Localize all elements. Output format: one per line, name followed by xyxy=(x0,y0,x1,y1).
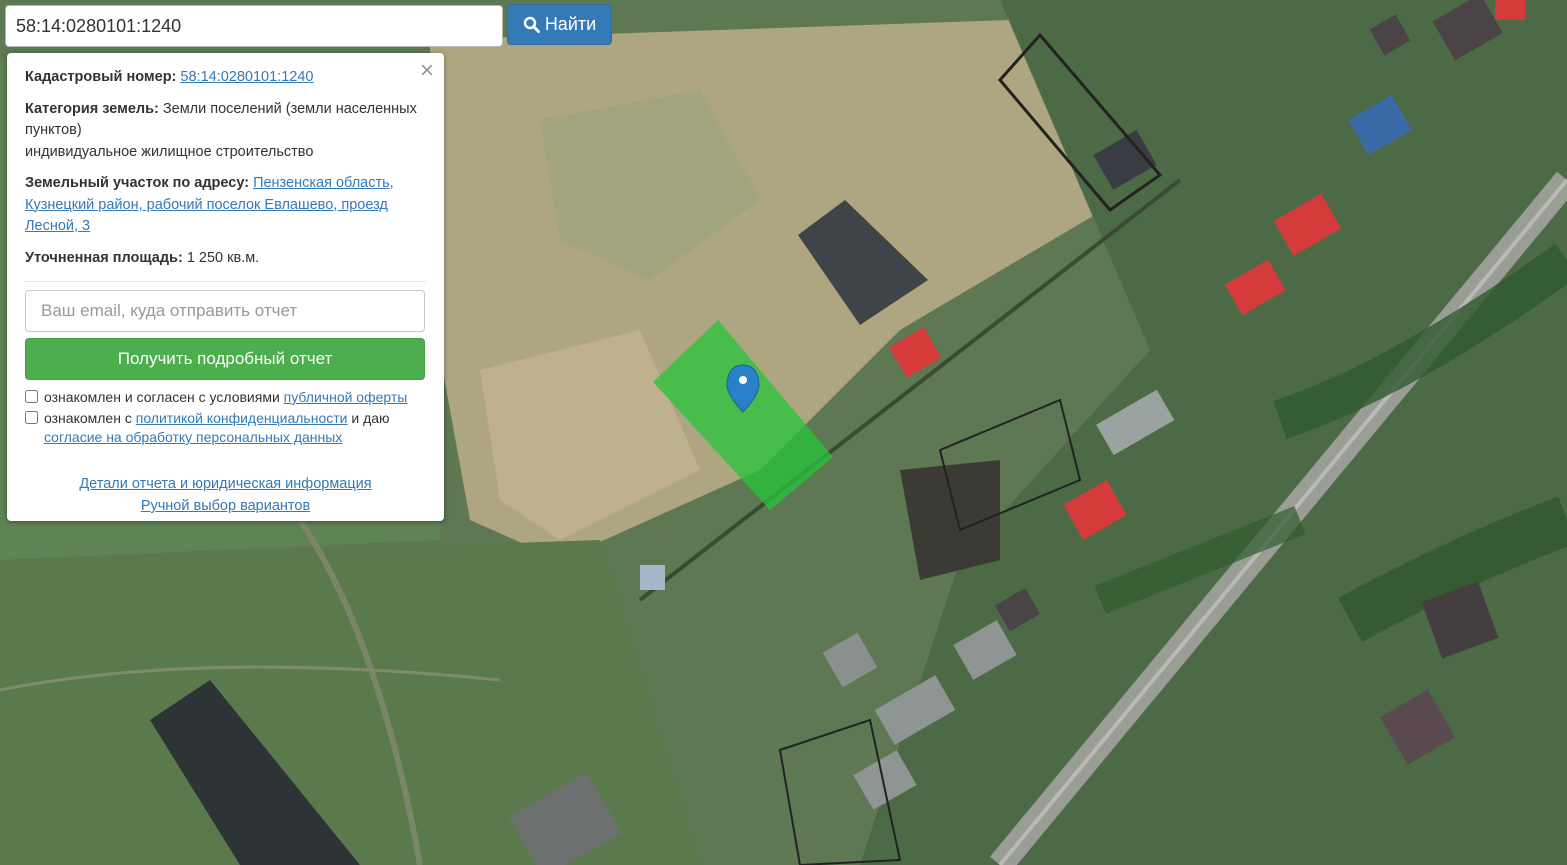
privacy-agreement-row: ознакомлен с политикой конфиденциальност… xyxy=(25,409,426,447)
cadastral-number-row: Кадастровый номер: 58:14:0280101:1240 xyxy=(25,67,426,89)
area-label: Уточненная площадь: xyxy=(25,249,183,266)
search-input[interactable] xyxy=(5,5,503,47)
privacy-policy-link[interactable]: политикой конфиденциальности xyxy=(136,410,348,426)
get-report-button[interactable]: Получить подробный отчет xyxy=(25,338,425,380)
parcel-info-panel: × Кадастровый номер: 58:14:0280101:1240 … xyxy=(7,53,444,521)
privacy-agreement-checkbox[interactable] xyxy=(25,411,38,424)
land-category-label: Категория земель: xyxy=(25,100,159,117)
privacy-agreement-label-2: и даю xyxy=(351,410,390,426)
cadastral-number-label: Кадастровый номер: xyxy=(25,69,177,85)
email-field[interactable] xyxy=(25,290,425,332)
manual-selection-link[interactable]: Ручной выбор вариантов xyxy=(141,498,310,514)
personal-data-consent-link[interactable]: согласие на обработку персональных данны… xyxy=(44,429,342,445)
address-label: Земельный участок по адресу: xyxy=(25,175,250,191)
public-offer-link[interactable]: публичной оферты xyxy=(284,389,408,405)
search-icon xyxy=(523,16,540,33)
cadastral-number-link[interactable]: 58:14:0280101:1240 xyxy=(180,69,313,85)
footer-links: Детали отчета и юридическая информация Р… xyxy=(25,473,426,517)
privacy-agreement-text: ознакомлен с политикой конфиденциальност… xyxy=(44,409,426,447)
offer-agreement-row: ознакомлен и согласен с условиями публич… xyxy=(25,388,426,407)
offer-agreement-checkbox[interactable] xyxy=(25,390,38,403)
report-details-link[interactable]: Детали отчета и юридическая информация xyxy=(79,476,371,492)
divider xyxy=(25,281,426,282)
search-button-label: Найти xyxy=(544,14,597,34)
privacy-agreement-label: ознакомлен с xyxy=(44,410,132,426)
land-category-row: Категория земель: Земли поселений (земли… xyxy=(25,99,426,164)
address-row: Земельный участок по адресу: Пензенская … xyxy=(25,173,426,238)
land-use-value: индивидуальное жилищное строительство xyxy=(25,143,314,160)
area-row: Уточненная площадь: 1 250 кв.м. xyxy=(25,248,426,270)
search-button[interactable]: Найти xyxy=(507,4,612,45)
area-value: 1 250 кв.м. xyxy=(186,249,260,266)
satellite-map[interactable]: Найти × Кадастровый номер: 58:14:0280101… xyxy=(0,0,1567,865)
close-icon[interactable]: × xyxy=(420,59,434,83)
offer-agreement-text: ознакомлен и согласен с условиями публич… xyxy=(44,388,407,407)
offer-agreement-label: ознакомлен и согласен с условиями xyxy=(44,389,280,405)
